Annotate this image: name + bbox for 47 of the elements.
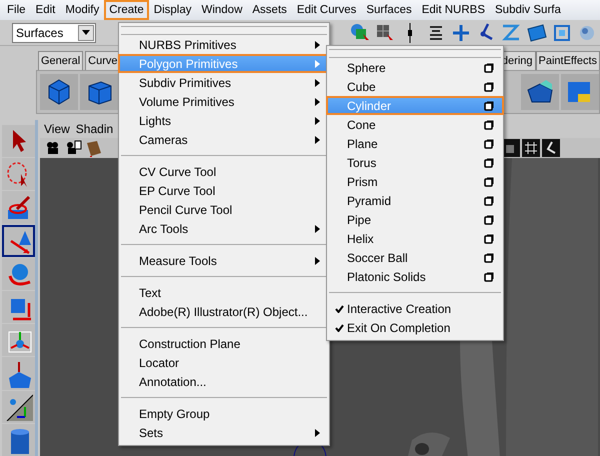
joint-display-icon[interactable] [542,139,560,157]
menu-item[interactable]: Platonic Solids [326,267,504,286]
menu-item[interactable]: NURBS Primitives [118,35,330,54]
menu-item[interactable]: Subdiv Surfa [490,0,566,20]
option-box-icon [484,176,494,186]
menu-item[interactable]: Surfaces [361,0,417,20]
check-icon [334,304,344,312]
menu-item[interactable]: Window [196,0,248,20]
grid-frame-icon[interactable] [522,139,540,157]
option-box-icon [484,158,494,168]
menu-item[interactable]: Edit Curves [292,0,362,20]
nozzle-drawing [408,432,450,456]
option-box-icon [484,82,494,92]
book-icon[interactable] [84,139,102,157]
shelf-tab[interactable]: General [38,50,84,70]
menu-item[interactable]: Exit On Completion [326,318,504,337]
menu-item[interactable]: Construction Plane [118,334,330,353]
menu-item[interactable]: Modify [60,0,104,20]
option-box-icon [484,100,494,110]
option-box-icon [484,62,494,72]
shelf-tab[interactable]: PaintEffects [536,50,600,70]
caret-icon [82,30,90,35]
menu-set-dropdown[interactable]: Surfaces [12,22,96,42]
shelf-tab[interactable]: Curve [85,50,120,70]
menu-item[interactable]: Annotation... [118,372,330,391]
menu-item[interactable]: Empty Group [118,404,330,423]
check-icon [334,324,344,332]
panel-menu-item[interactable]: View [44,120,70,138]
option-box-icon [484,196,494,206]
camera-notes-icon[interactable] [64,139,82,157]
menu-item[interactable]: Locator [118,353,330,372]
menu-item[interactable]: Sets [118,423,330,442]
menu-item[interactable]: Edit NURBS [416,0,490,20]
option-box-icon [484,234,494,244]
option-box-icon [484,252,494,262]
menu-item[interactable]: File [2,0,31,20]
menu-item[interactable]: Edit [30,0,60,20]
option-box-icon [484,214,494,224]
option-box-icon [484,272,494,282]
option-box-icon [484,120,494,130]
menu-item[interactable]: Text [118,283,330,302]
menu-item[interactable]: Display [148,0,196,20]
menu-item[interactable]: Assets [247,0,292,20]
manipulator-icon[interactable] [4,392,32,421]
menu-item[interactable]: Create [104,0,149,20]
panel-menu-item[interactable]: Shadin [76,120,114,138]
option-box-icon [484,138,494,148]
